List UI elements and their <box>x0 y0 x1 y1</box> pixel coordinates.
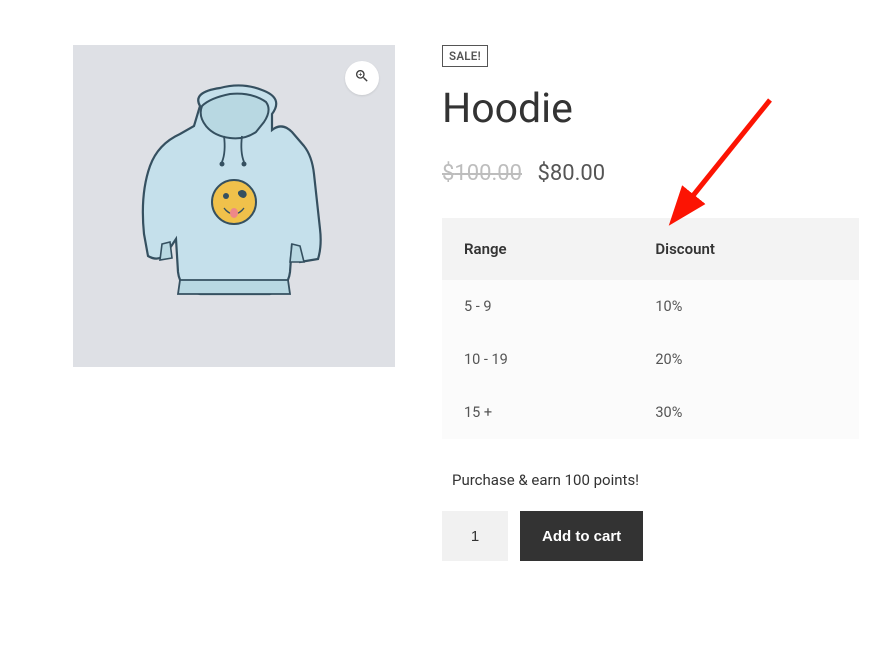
cell-discount: 10% <box>633 280 859 333</box>
cell-discount: 20% <box>633 333 859 386</box>
table-header-row: Range Discount <box>442 218 859 280</box>
product-details: SALE! Hoodie $100.00 $80.00 Range Discou… <box>442 45 859 561</box>
cell-range: 15 + <box>442 386 633 439</box>
hoodie-illustration <box>132 84 337 328</box>
points-message: Purchase & earn 100 points! <box>452 471 859 489</box>
header-discount: Discount <box>633 218 859 280</box>
product-title: Hoodie <box>442 85 859 133</box>
price: $100.00 $80.00 <box>442 161 859 186</box>
product-image[interactable] <box>73 45 395 367</box>
magnifier-icon <box>354 68 370 88</box>
header-range: Range <box>442 218 633 280</box>
quantity-input[interactable] <box>442 511 508 561</box>
cart-row: Add to cart <box>442 511 859 561</box>
cell-discount: 30% <box>633 386 859 439</box>
product-container: SALE! Hoodie $100.00 $80.00 Range Discou… <box>0 0 869 561</box>
cell-range: 10 - 19 <box>442 333 633 386</box>
cell-range: 5 - 9 <box>442 280 633 333</box>
add-to-cart-button[interactable]: Add to cart <box>520 511 643 561</box>
zoom-button[interactable] <box>345 61 379 95</box>
price-current: $80.00 <box>537 161 605 186</box>
table-row: 15 + 30% <box>442 386 859 439</box>
sale-badge: SALE! <box>442 45 488 67</box>
table-row: 10 - 19 20% <box>442 333 859 386</box>
discount-table: Range Discount 5 - 9 10% 10 - 19 20% 15 … <box>442 218 859 439</box>
table-row: 5 - 9 10% <box>442 280 859 333</box>
price-original: $100.00 <box>442 161 522 186</box>
